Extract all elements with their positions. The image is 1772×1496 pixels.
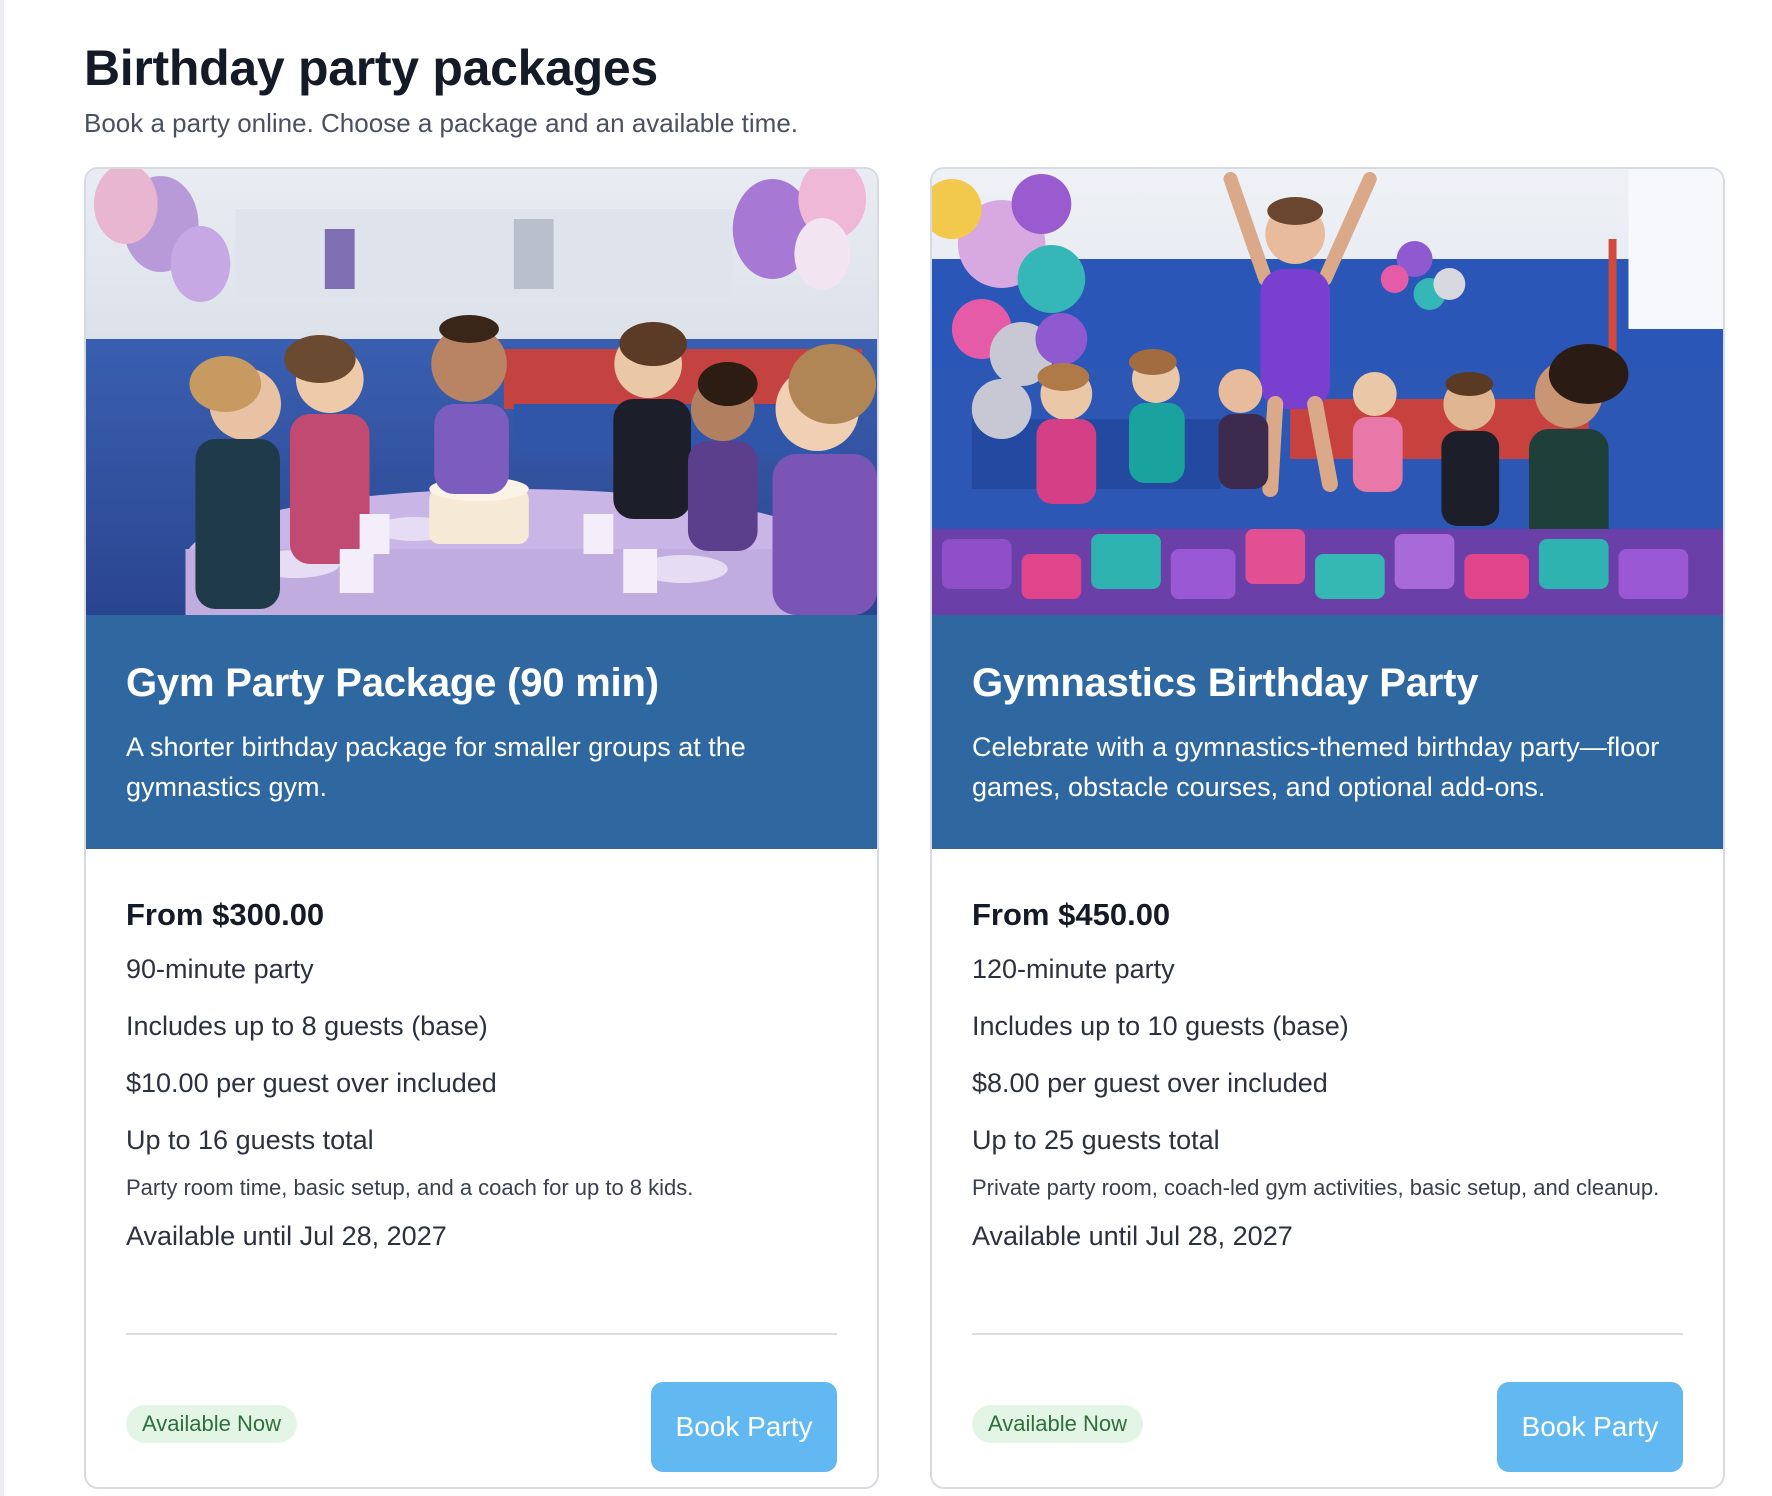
package-max-guests: Up to 16 guests total bbox=[126, 1125, 374, 1155]
package-extra-guest-fee: $8.00 per guest over included bbox=[972, 1068, 1328, 1098]
page-title: Birthday party packages bbox=[84, 40, 658, 96]
package-available-until: Available until Jul 28, 2027 bbox=[126, 1221, 447, 1251]
package-description: Celebrate with a gymnastics-themed birth… bbox=[972, 732, 1660, 802]
package-note: Private party room, coach-led gym activi… bbox=[972, 1175, 1660, 1200]
page-subtitle: Book a party online. Choose a package an… bbox=[84, 108, 799, 138]
status-badge: Available Now bbox=[126, 1405, 298, 1443]
package-image bbox=[86, 169, 877, 615]
package-available-until: Available until Jul 28, 2027 bbox=[972, 1221, 1293, 1251]
status-badge: Available Now bbox=[972, 1405, 1144, 1443]
package-details: From $300.00 90-minute party Includes up… bbox=[86, 849, 877, 1487]
page-header: Birthday party packages Book a party onl… bbox=[84, 38, 798, 140]
package-banner: Gym Party Package (90 min) A shorter bir… bbox=[86, 615, 877, 849]
package-duration: 120-minute party bbox=[972, 954, 1175, 984]
package-included-guests: Includes up to 10 guests (base) bbox=[972, 1011, 1349, 1041]
package-max-guests: Up to 25 guests total bbox=[972, 1125, 1220, 1155]
card-divider bbox=[972, 1333, 1683, 1335]
package-title: Gym Party Package (90 min) bbox=[126, 661, 659, 705]
package-duration: 90-minute party bbox=[126, 954, 314, 984]
package-price: From $300.00 bbox=[126, 897, 325, 932]
book-party-button[interactable]: Book Party bbox=[1497, 1382, 1683, 1472]
package-image bbox=[932, 169, 1723, 615]
package-card: Gym Party Package (90 min) A shorter bir… bbox=[84, 167, 879, 1489]
package-list: Gym Party Package (90 min) A shorter bir… bbox=[84, 167, 1725, 1489]
package-description: A shorter birthday package for smaller g… bbox=[126, 732, 746, 802]
book-party-button[interactable]: Book Party bbox=[651, 1382, 837, 1472]
package-card: Gymnastics Birthday Party Celebrate with… bbox=[930, 167, 1725, 1489]
card-divider bbox=[126, 1333, 837, 1335]
page-edge bbox=[0, 0, 4, 1496]
package-note: Party room time, basic setup, and a coac… bbox=[126, 1175, 694, 1200]
package-price: From $450.00 bbox=[972, 897, 1171, 932]
package-extra-guest-fee: $10.00 per guest over included bbox=[126, 1068, 497, 1098]
package-banner: Gymnastics Birthday Party Celebrate with… bbox=[932, 615, 1723, 849]
package-title: Gymnastics Birthday Party bbox=[972, 661, 1479, 705]
package-included-guests: Includes up to 8 guests (base) bbox=[126, 1011, 488, 1041]
package-details: From $450.00 120-minute party Includes u… bbox=[932, 849, 1723, 1487]
